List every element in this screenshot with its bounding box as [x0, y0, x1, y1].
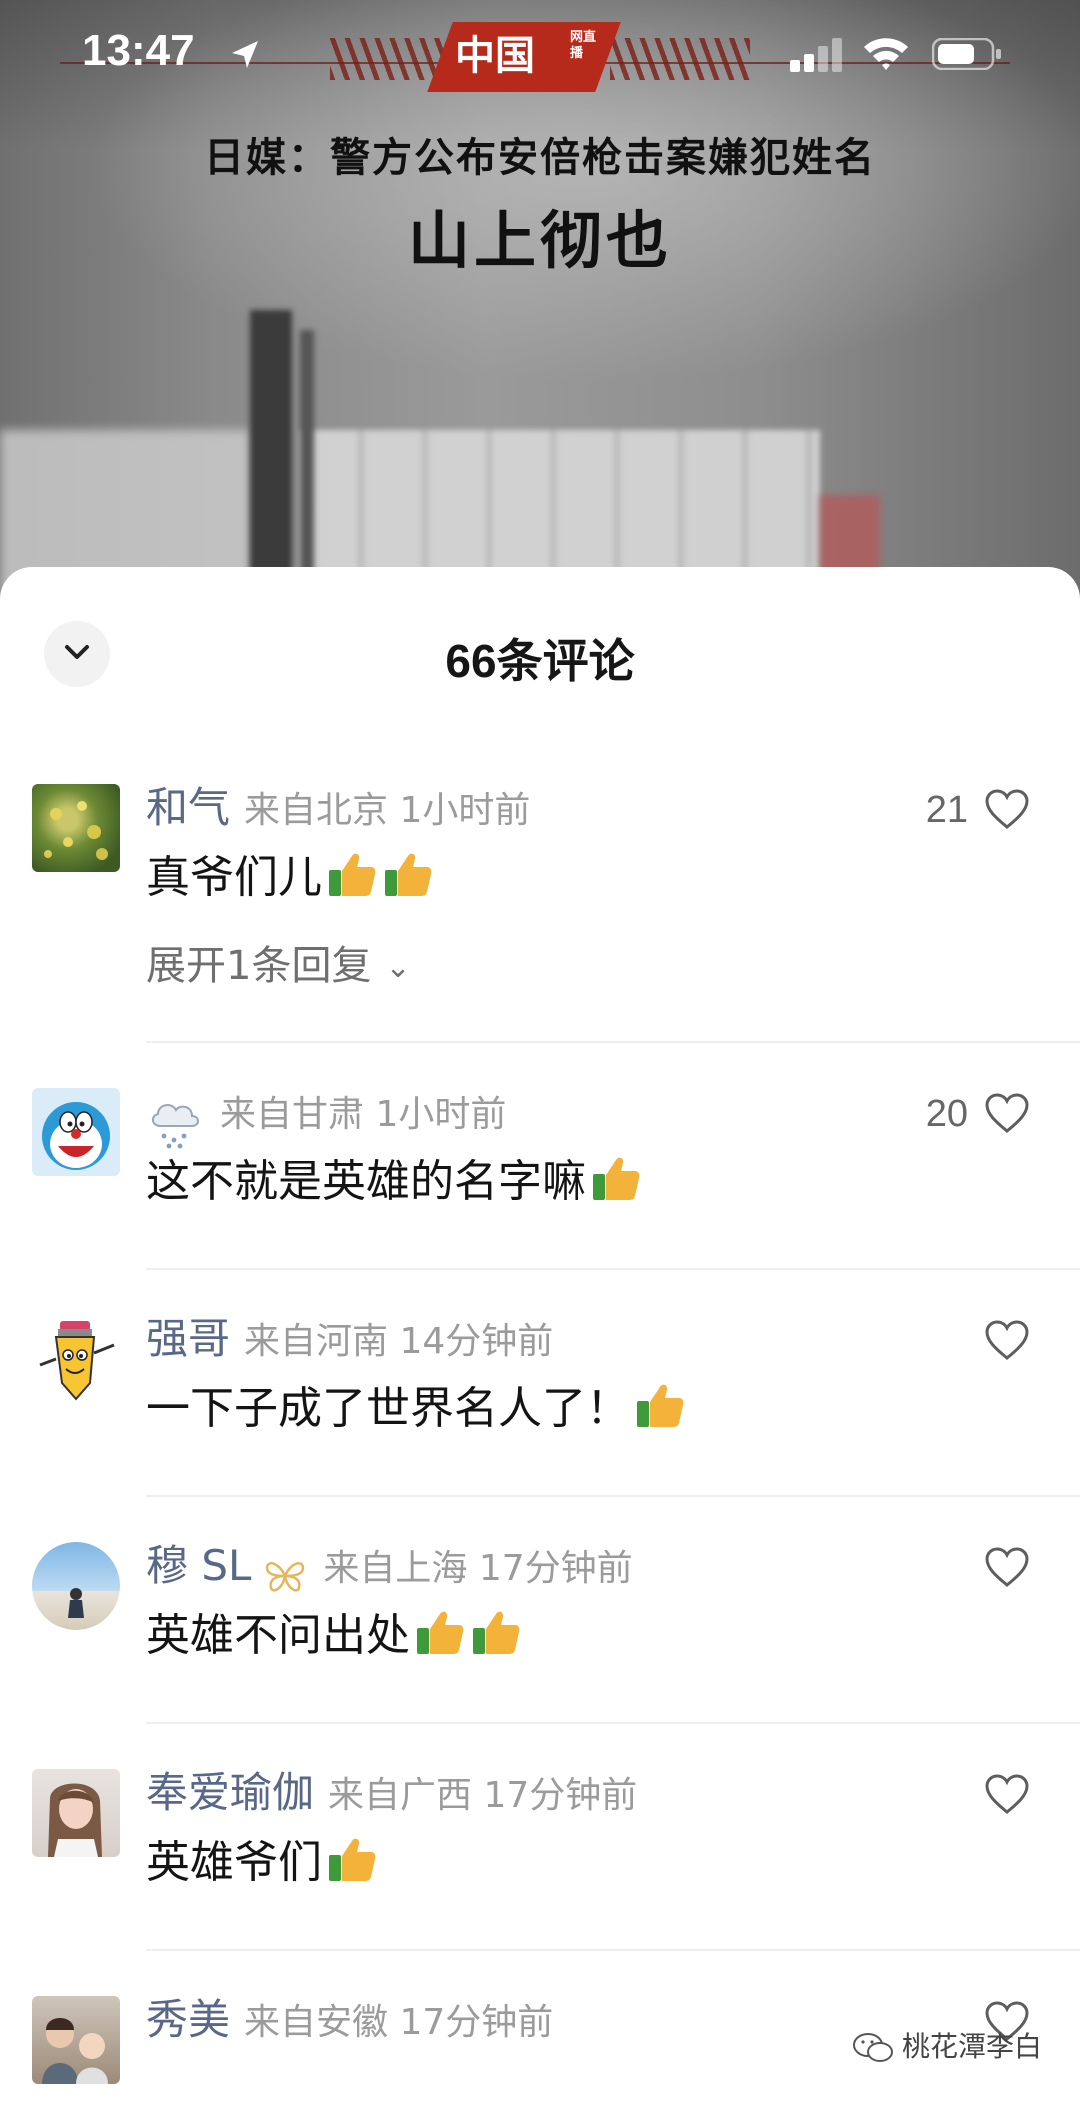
- expand-replies-label: 展开1条回复: [146, 943, 372, 989]
- thumbs-up-icon: [329, 853, 376, 896]
- video-frame-pillar: [250, 310, 292, 600]
- comment-username[interactable]: 穆 SL: [146, 1541, 251, 1590]
- status-time: 13:47: [82, 26, 195, 75]
- comment-meta: 来自甘肃 1小时前: [146, 1084, 507, 1148]
- divider: [146, 1041, 1080, 1043]
- heart-icon[interactable]: [984, 788, 1030, 830]
- status-bar: 13:47: [0, 0, 1080, 110]
- comment-location-time: 来自河南 14分钟前: [244, 1321, 554, 1362]
- comment-username[interactable]: 和气: [146, 783, 230, 832]
- thumbs-up-icon: [417, 1611, 464, 1654]
- wechat-watermark: 桃花潭李白: [852, 2022, 1042, 2072]
- comment-content: 这不就是英雄的名字嘛: [146, 1150, 642, 1214]
- comment-text: 英雄不问出处: [146, 1610, 410, 1661]
- divider: [146, 1495, 1080, 1497]
- comment-meta: 和气 来自北京 1小时前: [146, 780, 530, 836]
- avatar[interactable]: [32, 784, 120, 872]
- video-headline: 日媒：警方公布安倍枪击案嫌犯姓名: [204, 134, 876, 181]
- chevron-down-icon: ⌄: [385, 950, 411, 985]
- comment-meta: 强哥 来自河南 14分钟前: [146, 1311, 553, 1367]
- video-frame-pillar-edge: [300, 330, 314, 600]
- divider: [146, 1949, 1080, 1951]
- wechat-icon: [853, 2033, 893, 2062]
- comment-text: 一下子成了世界名人了！: [146, 1383, 630, 1434]
- avatar[interactable]: [32, 1996, 120, 2084]
- comment-location-time: 来自甘肃 1小时前: [220, 1094, 507, 1135]
- like-count: 21: [925, 789, 968, 831]
- location-arrow-icon: [232, 41, 258, 68]
- avatar[interactable]: [32, 1315, 120, 1403]
- comment-username[interactable]: 强哥: [146, 1314, 230, 1363]
- avatar[interactable]: [32, 1542, 120, 1630]
- avatar[interactable]: [32, 1088, 120, 1176]
- wifi-icon: [864, 38, 908, 70]
- comment-content: 一下子成了世界名人了！: [146, 1377, 686, 1441]
- heart-icon[interactable]: [984, 1546, 1030, 1588]
- comment-content: 真爷们儿: [146, 846, 434, 910]
- comment-text: 英雄爷们: [146, 1837, 322, 1888]
- thumbs-up-icon: [329, 1838, 376, 1881]
- video-frame-sign: [820, 495, 880, 575]
- butterfly-badge-icon: [266, 1561, 305, 1592]
- comment-location-time: 来自广西 17分钟前: [328, 1775, 638, 1816]
- watermark-text: 桃花潭李白: [902, 2030, 1043, 2063]
- heart-icon[interactable]: [984, 1319, 1030, 1361]
- heart-icon[interactable]: [984, 1092, 1030, 1134]
- comments-count-title: 66条评论: [445, 635, 635, 687]
- comment-meta: 穆 SL 来自上海 17分钟前: [146, 1538, 633, 1594]
- comment-location-time: 来自北京 1小时前: [244, 790, 531, 831]
- video-subheadline: 山上彻也: [407, 204, 672, 277]
- comment-location-time: 来自安徽 17分钟前: [244, 2002, 554, 2043]
- comment-content: 英雄不问出处: [146, 1604, 522, 1668]
- heart-icon[interactable]: [984, 1773, 1030, 1815]
- comments-sheet: 66条评论 和气 来自北京 1小时前 21 真爷们儿 展开1条回复 ⌄ 来自甘肃…: [0, 567, 1080, 2102]
- expand-replies-link[interactable]: 展开1条回复 ⌄: [146, 938, 411, 996]
- comment-username[interactable]: 秀美: [146, 1995, 230, 2044]
- comment-meta: 秀美 来自安徽 17分钟前: [146, 1992, 553, 2048]
- thumbs-up-icon: [637, 1384, 684, 1427]
- like-count: 20: [925, 1093, 968, 1135]
- thumbs-up-icon: [385, 853, 432, 896]
- comment-location-time: 来自上海 17分钟前: [323, 1548, 633, 1589]
- battery-icon: [932, 38, 1001, 70]
- thumbs-up-icon: [593, 1157, 640, 1200]
- divider: [146, 1722, 1080, 1724]
- comment-meta: 奉爱瑜伽 来自广西 17分钟前: [146, 1765, 637, 1821]
- thumbs-up-icon: [473, 1611, 520, 1654]
- avatar[interactable]: [32, 1769, 120, 1857]
- snow-cloud-icon[interactable]: [146, 1092, 206, 1152]
- divider: [146, 1268, 1080, 1270]
- comment-text: 这不就是英雄的名字嘛: [146, 1156, 586, 1207]
- comment-username[interactable]: 奉爱瑜伽: [146, 1768, 314, 1817]
- comment-content: 英雄爷们: [146, 1831, 378, 1895]
- comment-text: 真爷们儿: [146, 852, 322, 903]
- video-frame-panels: [300, 430, 820, 590]
- cellular-signal-icon: [790, 38, 844, 72]
